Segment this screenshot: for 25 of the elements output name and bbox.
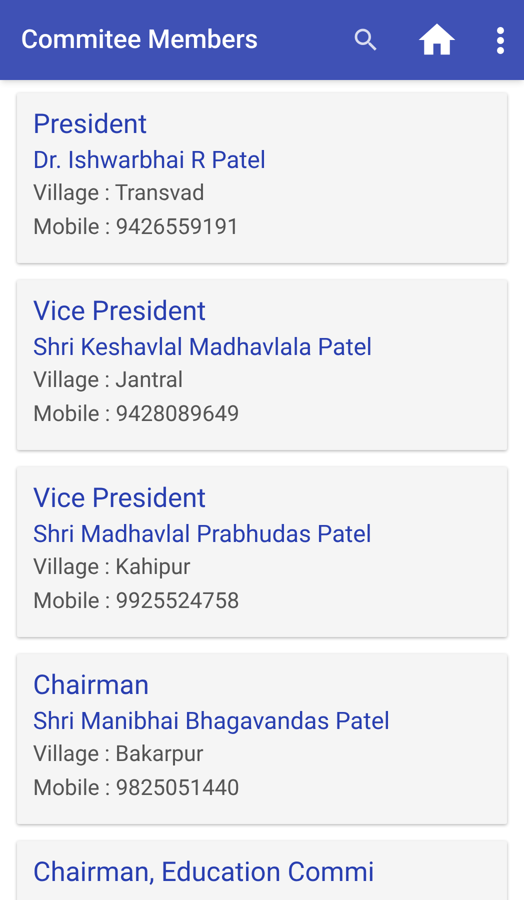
member-card[interactable]: Vice President Shri Madhavlal Prabhudas Patel Village : Kahipur Mobile : 9925524758: [17, 467, 507, 637]
member-card[interactable]: Chairman, Education Commi: [17, 841, 507, 900]
member-name: Dr. Ishwarbhai R Patel: [33, 145, 267, 176]
more-options-button[interactable]: [497, 26, 504, 54]
member-role: President: [33, 107, 148, 142]
member-card[interactable]: President Dr. Ishwarbhai R Patel Village : Transvad Mobile : 9426559191: [17, 93, 507, 263]
member-mobile: Mobile : 9825051440: [33, 775, 240, 803]
member-name: Shri Keshavlal Madhavlala Patel: [33, 332, 374, 363]
member-name: Shri Manibhai Bhagavandas Patel: [33, 706, 391, 737]
member-village: Village : Kahipur: [33, 554, 192, 582]
member-village: Village : Jantral: [33, 367, 184, 395]
member-village: Village : Transvad: [33, 180, 206, 208]
app-bar-title: Commitee Members: [21, 24, 260, 56]
member-card[interactable]: Vice President Shri Keshavlal Madhavlala Patel Village : Jantral Mobile : 9428089649: [17, 280, 507, 450]
member-mobile: Mobile : 9925524758: [33, 588, 240, 616]
member-mobile: Mobile : 9428089649: [33, 401, 240, 429]
member-mobile: Mobile : 9426559191: [33, 214, 240, 242]
member-role: Vice President: [33, 294, 207, 329]
member-name: Shri Madhavlal Prabhudas Patel: [33, 519, 373, 550]
member-village: Village : Bakarpur: [33, 741, 204, 769]
member-card[interactable]: Chairman Shri Manibhai Bhagavandas Patel Village : Bakarpur Mobile : 9825051440: [17, 654, 507, 824]
member-role: Vice President: [33, 481, 207, 516]
member-role: Chairman, Education Commi: [33, 855, 376, 890]
more-options-icon: [497, 26, 504, 54]
member-role: Chairman: [33, 668, 150, 703]
